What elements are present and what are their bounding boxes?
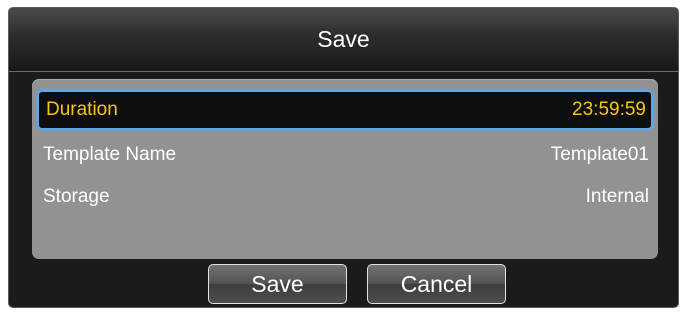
save-button[interactable]: Save	[208, 264, 347, 304]
storage-label: Storage	[43, 186, 110, 207]
cancel-button[interactable]: Cancel	[367, 264, 506, 304]
dialog-title: Save	[317, 26, 370, 52]
template-name-label: Template Name	[43, 144, 177, 165]
dialog-title-bar: Save	[9, 8, 678, 72]
duration-row[interactable]: Duration 23:59:59	[37, 90, 653, 130]
template-name-row[interactable]: Template Name Template01	[32, 137, 658, 173]
duration-value: 23:59:59	[572, 99, 646, 120]
storage-row[interactable]: Storage Internal	[32, 179, 658, 215]
save-dialog: Save Duration 23:59:59 Template Name Tem…	[8, 7, 679, 308]
storage-value: Internal	[585, 186, 649, 207]
template-name-value: Template01	[550, 144, 649, 165]
duration-label: Duration	[46, 99, 118, 120]
settings-panel: Duration 23:59:59 Template Name Template…	[32, 79, 658, 259]
